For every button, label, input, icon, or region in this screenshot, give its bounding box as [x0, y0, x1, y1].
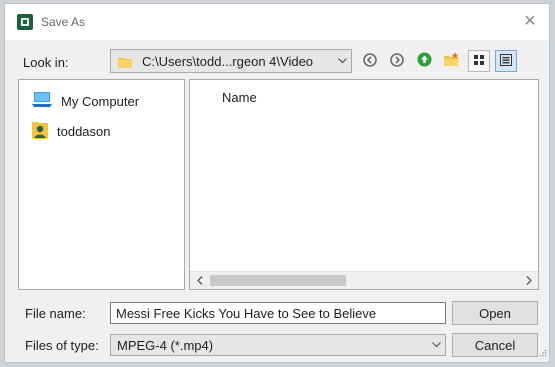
file-type-label: Files of type: [25, 338, 99, 353]
back-button[interactable] [359, 50, 381, 72]
cancel-button[interactable]: Cancel [452, 333, 538, 357]
window-title: Save As [41, 15, 86, 29]
look-in-label: Look in: [23, 55, 69, 70]
chevron-down-icon [427, 334, 445, 356]
new-folder-icon [443, 52, 460, 70]
places-sidebar: My Computer toddason [18, 79, 185, 290]
sidebar-item-label: My Computer [61, 93, 140, 109]
new-folder-button[interactable] [440, 50, 462, 72]
up-folder-button[interactable] [413, 50, 435, 72]
file-type-value: MPEG-4 (*.mp4) [117, 337, 214, 353]
folder-icon [118, 56, 132, 68]
scroll-left-button[interactable] [191, 272, 208, 288]
chevron-left-icon [196, 273, 203, 288]
chevron-right-icon [526, 273, 532, 288]
title-bar: Save As ✕ [5, 4, 549, 40]
file-name-input[interactable] [110, 302, 446, 324]
file-list[interactable]: Name [189, 79, 539, 290]
sidebar-item-my-computer[interactable]: My Computer [31, 89, 139, 113]
horizontal-scrollbar[interactable] [190, 271, 538, 289]
scroll-right-button[interactable] [520, 272, 537, 288]
user-folder-icon [31, 120, 49, 143]
sidebar-item-label: toddason [57, 123, 111, 139]
up-folder-icon [417, 52, 432, 70]
file-type-dropdown[interactable]: MPEG-4 (*.mp4) [110, 334, 446, 356]
open-button[interactable]: Open [452, 301, 538, 325]
back-icon [363, 52, 377, 70]
file-name-label: File name: [25, 306, 86, 321]
sidebar-item-toddason[interactable]: toddason [31, 119, 111, 143]
app-icon [17, 14, 33, 30]
chevron-down-icon [333, 50, 351, 72]
detail-view-icon [500, 53, 512, 69]
computer-icon [31, 91, 53, 112]
forward-icon [390, 52, 404, 70]
look-in-path: C:\Users\todd...rgeon 4\Video [142, 53, 314, 69]
forward-button[interactable] [386, 50, 408, 72]
save-as-dialog: Save As ✕ Look in: C:\Users\todd...rgeon… [4, 3, 550, 363]
detail-view-button[interactable] [495, 50, 517, 72]
resize-grip-icon[interactable] [539, 345, 547, 360]
toolbar: Look in: C:\Users\todd...rgeon 4\Video [5, 49, 549, 75]
list-view-icon [473, 54, 485, 69]
look-in-dropdown[interactable]: C:\Users\todd...rgeon 4\Video [110, 49, 352, 73]
list-view-button[interactable] [468, 50, 490, 72]
close-icon: ✕ [523, 13, 537, 30]
scrollbar-thumb[interactable] [210, 275, 346, 286]
close-button[interactable]: ✕ [521, 13, 539, 31]
column-header-name[interactable]: Name [222, 90, 257, 105]
